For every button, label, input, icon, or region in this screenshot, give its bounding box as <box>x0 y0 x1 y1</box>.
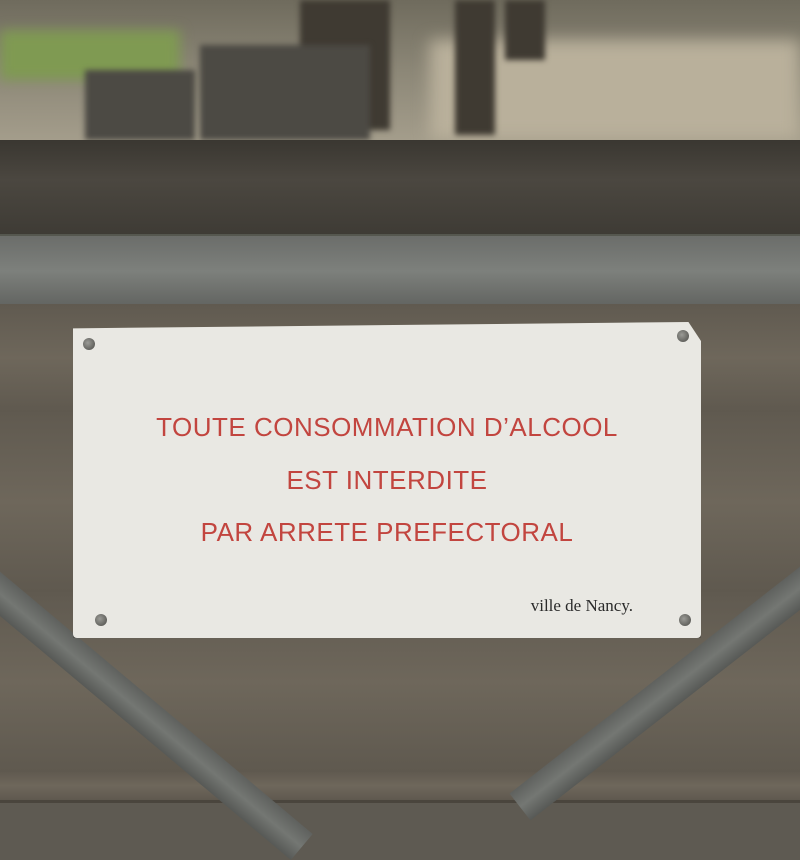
wood-board <box>0 772 800 803</box>
screw <box>679 614 691 626</box>
screw <box>83 338 95 350</box>
sign-line-2: EST INTERDITE <box>286 465 488 495</box>
sign-signature: ville de Nancy. <box>530 596 633 615</box>
prohibition-sign: TOUTE CONSOMMATION D’ALCOOL EST INTERDIT… <box>73 322 701 638</box>
screw <box>95 614 107 626</box>
tree-trunk <box>505 0 545 60</box>
park-bench <box>200 45 370 140</box>
sign-line-3: PAR ARRETE PREFECTORAL <box>200 517 574 547</box>
sign-line-1: TOUTE CONSOMMATION D’ALCOOL <box>156 412 618 442</box>
top-rail <box>0 140 800 240</box>
screw <box>677 330 689 342</box>
park-background <box>0 0 800 150</box>
scene: TOUTE CONSOMMATION D’ALCOOL EST INTERDIT… <box>0 0 800 860</box>
metal-rail <box>0 234 800 308</box>
park-bench <box>85 70 195 140</box>
tree-trunk <box>455 0 495 135</box>
